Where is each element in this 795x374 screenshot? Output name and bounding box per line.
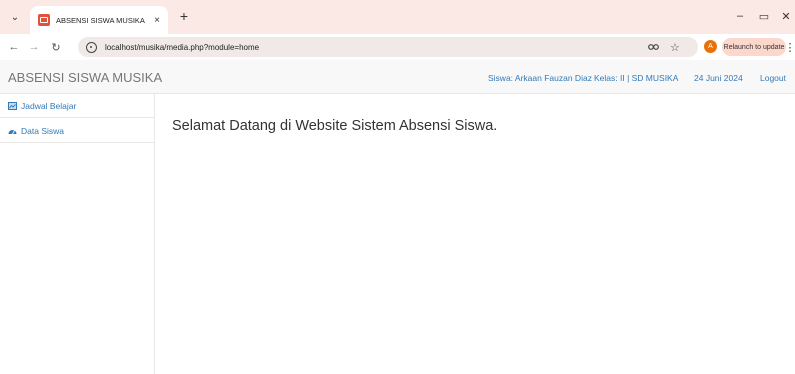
- sidebar-item-label: Jadwal Belajar: [21, 100, 77, 111]
- calendar-icon: [8, 101, 17, 110]
- new-tab-button[interactable]: +: [176, 8, 192, 24]
- browser-tab[interactable]: ABSENSI SISWA MUSIKA ×: [30, 6, 168, 34]
- password-key-icon[interactable]: [648, 37, 660, 57]
- minimize-button[interactable]: –: [732, 8, 748, 24]
- welcome-message: Selamat Datang di Website Sistem Absensi…: [172, 118, 498, 134]
- bookmark-star-icon[interactable]: ☆: [670, 37, 680, 57]
- url-text[interactable]: localhost/musika/media.php?module=home: [105, 43, 259, 52]
- relaunch-button[interactable]: Relaunch to update: [722, 38, 786, 56]
- reload-button[interactable]: ↻: [48, 39, 64, 55]
- back-button[interactable]: ←: [6, 39, 22, 55]
- address-bar[interactable]: localhost/musika/media.php?module=home ☆: [78, 37, 698, 57]
- top-navbar: ABSENSI SISWA MUSIKA Siswa: Arkaan Fauza…: [0, 60, 795, 94]
- site-info-icon[interactable]: [86, 41, 97, 53]
- sidebar-item-data-siswa[interactable]: Data Siswa: [0, 119, 154, 143]
- browser-tabstrip: ⌄ ABSENSI SISWA MUSIKA × + – ▭ ✕: [0, 0, 795, 34]
- profile-avatar[interactable]: A: [704, 40, 717, 53]
- browser-toolbar: ← → ↻ localhost/musika/media.php?module=…: [0, 34, 795, 60]
- class-info-link[interactable]: Kelas: II | SD MUSIKA: [594, 73, 678, 83]
- sidebar-item-label: Data Siswa: [21, 125, 64, 136]
- forward-button[interactable]: →: [26, 39, 42, 55]
- close-window-button[interactable]: ✕: [778, 8, 794, 24]
- tab-title: ABSENSI SISWA MUSIKA: [56, 15, 145, 25]
- date-link[interactable]: 24 Juni 2024: [694, 73, 743, 83]
- restore-button[interactable]: ▭: [756, 8, 772, 24]
- brand-title[interactable]: ABSENSI SISWA MUSIKA: [8, 70, 162, 85]
- logout-link[interactable]: Logout: [760, 73, 786, 83]
- tab-search-button[interactable]: ⌄: [6, 8, 24, 26]
- tab-close-button[interactable]: ×: [154, 15, 160, 26]
- dashboard-icon: [8, 127, 17, 135]
- sidebar: Jadwal Belajar Data Siswa: [0, 94, 155, 374]
- sidebar-item-jadwal-belajar[interactable]: Jadwal Belajar: [0, 94, 154, 118]
- browser-menu-icon[interactable]: ⋮: [785, 39, 795, 55]
- student-name-link[interactable]: Siswa: Arkaan Fauzan Diaz: [488, 73, 592, 83]
- favicon-icon: [38, 14, 50, 26]
